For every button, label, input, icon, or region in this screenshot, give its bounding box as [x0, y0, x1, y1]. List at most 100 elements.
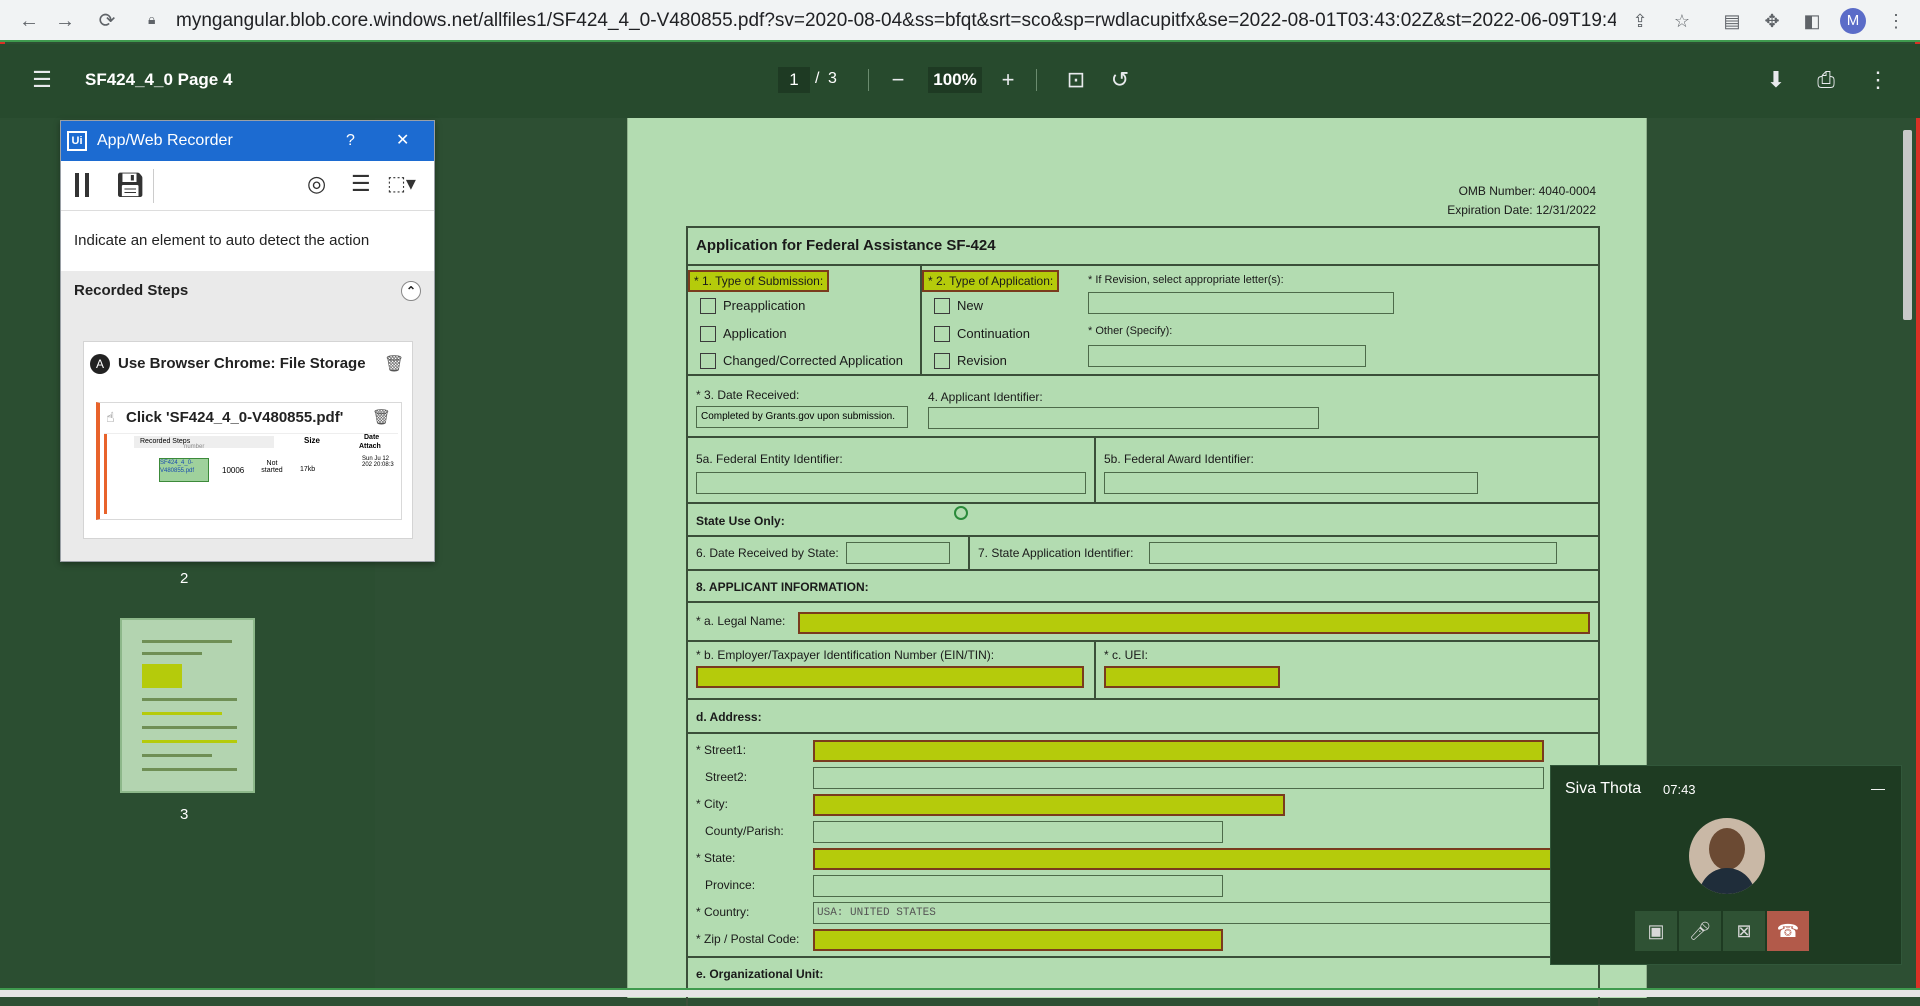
rotate-icon[interactable]: ↺ [1106, 66, 1134, 94]
hamburger-icon[interactable]: ☰ [28, 66, 56, 94]
applicant-identifier-label: 4. Applicant Identifier: [928, 390, 1043, 404]
state-app-id-input[interactable] [1149, 542, 1557, 564]
divider [686, 732, 1600, 734]
lock-icon[interactable]: 🔒︎ [148, 11, 162, 29]
click-icon: ☝︎ [106, 409, 115, 425]
microphone-icon[interactable]: 🎤︎ [1679, 911, 1721, 951]
hang-up-icon[interactable]: ☎︎ [1767, 911, 1809, 951]
street2-input[interactable] [813, 767, 1544, 789]
mini-file-link: SF424_4_0-V480855.pdf [159, 458, 209, 482]
country-label: * Country: [696, 905, 750, 919]
page-number-input[interactable]: 1 [778, 67, 810, 93]
applicant-identifier-input[interactable] [928, 407, 1319, 429]
delete-icon[interactable]: 🗑︎ [384, 354, 404, 374]
share-icon[interactable]: ⇪ [1628, 9, 1652, 33]
state-use-only-label: State Use Only: [696, 514, 785, 528]
other-specify-label: * Other (Specify): [1088, 325, 1173, 337]
zoom-out-icon[interactable]: − [884, 66, 912, 94]
continuation-checkbox[interactable] [934, 326, 950, 342]
revision-checkbox[interactable] [934, 353, 950, 369]
reload-icon[interactable]: ⟳ [96, 10, 118, 32]
fit-page-icon[interactable]: ⊡ [1062, 66, 1090, 94]
thumbnail-label-3: 3 [180, 806, 189, 823]
preapplication-checkbox[interactable] [700, 298, 716, 314]
browser-toolbar: ← → ⟳ 🔒︎ myngangular.blob.core.windows.n… [0, 0, 1920, 42]
menu-icon[interactable]: ⋮ [1884, 9, 1908, 33]
print-icon[interactable]: ⎙ [1812, 66, 1840, 94]
address-bar[interactable]: myngangular.blob.core.windows.net/allfil… [176, 6, 1616, 36]
stop-share-icon[interactable]: ⊠ [1723, 911, 1765, 951]
download-icon[interactable]: ⬇ [1762, 66, 1790, 94]
recorded-steps-header: Recorded Steps ⌃ [61, 271, 434, 311]
federal-award-input[interactable] [1104, 472, 1478, 494]
browser-scope-card[interactable]: A Use Browser Chrome: File Storage 🗑︎ ☝︎… [83, 341, 413, 539]
continuation-label: Continuation [957, 326, 1030, 341]
state-label: * State: [696, 851, 736, 865]
mini-col-attach: Attach [359, 443, 381, 450]
date-by-state-input[interactable] [846, 542, 950, 564]
video-off-icon[interactable]: ▣ [1635, 911, 1677, 951]
ein-input[interactable] [696, 666, 1084, 688]
participant-name: Siva Thota [1565, 780, 1642, 797]
sidepanel-icon[interactable]: ◧ [1800, 9, 1824, 33]
country-input[interactable]: USA: UNITED STATES [813, 902, 1573, 924]
street1-input[interactable] [813, 740, 1544, 762]
page-thumbnail-3[interactable] [120, 618, 255, 793]
page-separator: / [815, 70, 820, 87]
back-icon[interactable]: ← [18, 10, 40, 32]
divider [686, 436, 1600, 438]
uei-input[interactable] [1104, 666, 1280, 688]
browser-icon: A [90, 354, 110, 374]
forward-icon[interactable]: → [54, 10, 76, 32]
zip-label: * Zip / Postal Code: [696, 932, 800, 946]
street1-label: * Street1: [696, 743, 747, 757]
pdf-icon[interactable]: ▤ [1720, 9, 1744, 33]
profile-avatar[interactable]: M [1840, 8, 1866, 34]
date-received-input[interactable]: Completed by Grants.gov upon submission. [696, 406, 908, 428]
zoom-level[interactable]: 100% [928, 67, 982, 93]
extensions-icon[interactable]: ✥ [1760, 9, 1784, 33]
mini-col-number: number [184, 444, 205, 450]
mini-col-date: Date [364, 434, 380, 441]
state-input[interactable] [813, 848, 1573, 870]
recorder-title: App/Web Recorder [97, 132, 233, 149]
target-icon[interactable]: ◎ [307, 171, 326, 197]
star-icon[interactable]: ☆ [1670, 9, 1694, 33]
click-step-card[interactable]: ☝︎ Click 'SF424_4_0-V480855.pdf' 🗑︎ Reco… [96, 402, 402, 520]
card-title: Use Browser Chrome: File Storage [118, 355, 366, 372]
divider [1094, 640, 1096, 698]
legal-name-label: * a. Legal Name: [696, 614, 786, 628]
legal-name-input[interactable] [798, 612, 1590, 634]
scrollbar-thumb[interactable] [1903, 130, 1912, 320]
mini-col-size: Size [304, 436, 321, 445]
county-input[interactable] [813, 821, 1223, 843]
screen-options-icon[interactable]: ⬚▾ [387, 171, 416, 196]
changed-application-label: Changed/Corrected Application [723, 353, 903, 368]
save-icon[interactable]: 💾︎ [115, 171, 145, 200]
federal-entity-input[interactable] [696, 472, 1086, 494]
zoom-in-icon[interactable]: + [994, 66, 1022, 94]
pause-icon[interactable] [75, 173, 89, 197]
divider [686, 601, 1600, 603]
collapse-chevron-icon[interactable]: ⌃ [401, 281, 421, 301]
divider [686, 640, 1600, 642]
help-button[interactable]: ? [346, 121, 355, 161]
city-input[interactable] [813, 794, 1285, 816]
thumbnail-label-2: 2 [180, 570, 189, 587]
divider [968, 535, 970, 569]
mini-row-status: Not started [261, 460, 283, 474]
changed-application-checkbox[interactable] [700, 353, 716, 369]
application-checkbox[interactable] [700, 326, 716, 342]
other-specify-input[interactable] [1088, 345, 1366, 367]
delete-step-icon[interactable]: 🗑︎ [372, 408, 391, 426]
zip-input[interactable] [813, 929, 1223, 951]
more-options-icon[interactable]: ⋮ [1864, 66, 1892, 94]
meeting-window: Siva Thota 07:43 — ▣ 🎤︎ ⊠ ☎︎ [1550, 765, 1902, 965]
close-button[interactable]: ✕ [396, 121, 409, 161]
revision-letter-input[interactable] [1088, 292, 1394, 314]
province-input[interactable] [813, 875, 1223, 897]
minimize-button[interactable]: — [1871, 780, 1885, 796]
org-unit-label: e. Organizational Unit: [696, 967, 824, 981]
list-icon[interactable]: ☰ [351, 171, 371, 197]
new-checkbox[interactable] [934, 298, 950, 314]
